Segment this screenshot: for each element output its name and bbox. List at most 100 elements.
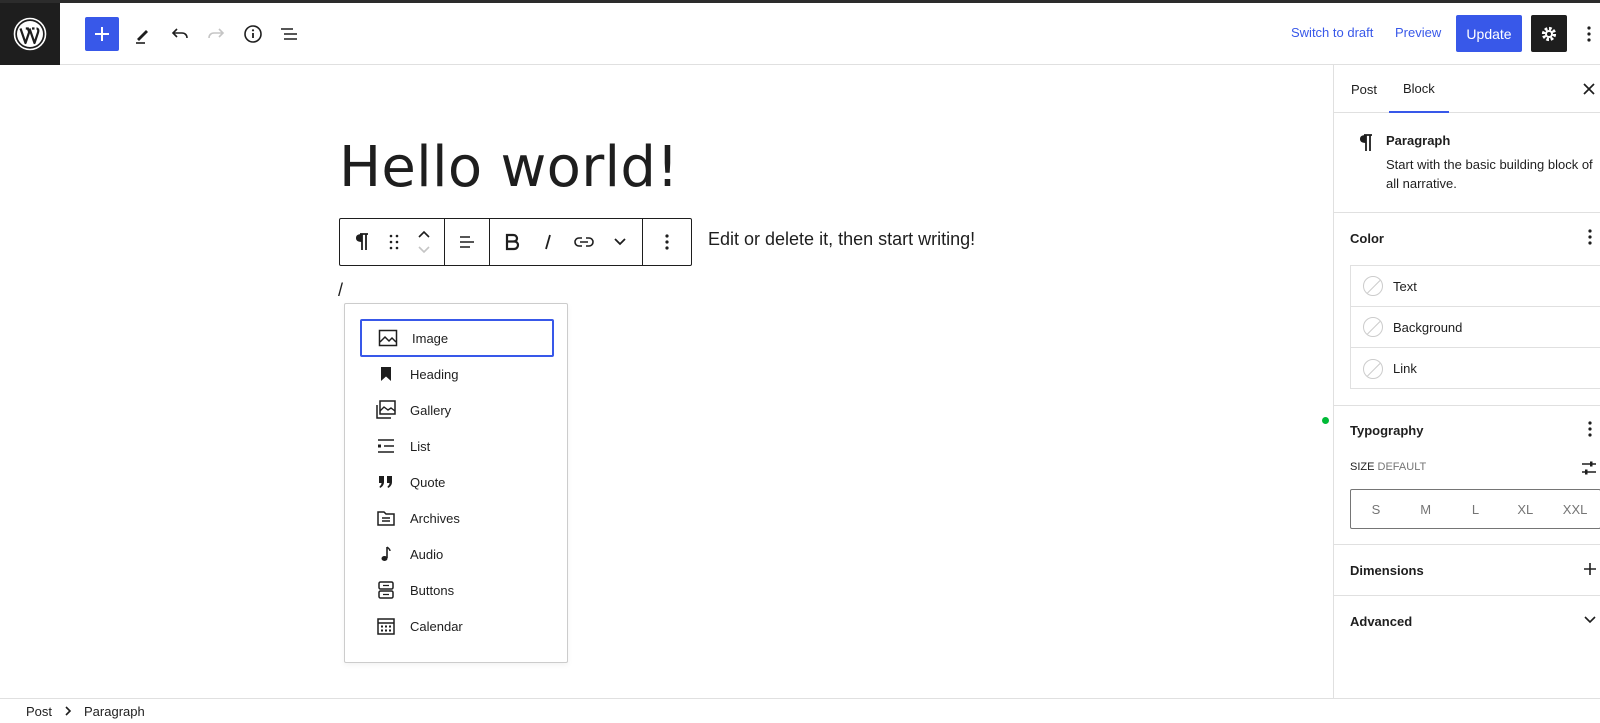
menu-item-quote[interactable]: Quote [360, 463, 554, 501]
size-option-s[interactable]: S [1351, 490, 1401, 528]
menu-item-calendar[interactable]: Calendar [360, 607, 554, 645]
block-toolbar [339, 218, 692, 266]
settings-sidebar: Post Block Paragraph Start with the basi… [1333, 65, 1600, 698]
color-panel-title: Color [1350, 231, 1384, 246]
more-vertical-icon [665, 234, 669, 250]
menu-item-buttons[interactable]: Buttons [360, 571, 554, 609]
list-icon [374, 434, 398, 458]
menu-item-archives[interactable]: Archives [360, 499, 554, 537]
details-button[interactable] [236, 17, 270, 51]
menu-item-heading[interactable]: Heading [360, 355, 554, 393]
empty-swatch-icon [1363, 276, 1383, 296]
status-dot [1322, 417, 1329, 424]
close-icon [1583, 83, 1595, 95]
bold-button[interactable] [494, 219, 530, 265]
more-vertical-icon [1588, 229, 1592, 245]
more-vertical-icon [1587, 26, 1591, 42]
gallery-icon [374, 398, 398, 422]
typography-options-button[interactable] [1580, 417, 1600, 441]
editor-header: Switch to draft Preview Update [0, 3, 1600, 65]
italic-button[interactable] [530, 219, 566, 265]
editor-canvas: Hello world! Edit or delete it, then sta… [0, 65, 1333, 698]
italic-icon [545, 234, 551, 250]
dimensions-panel-toggle[interactable]: Dimensions [1350, 563, 1424, 578]
formatting-group [490, 219, 643, 265]
redo-button[interactable] [199, 17, 233, 51]
menu-item-gallery[interactable]: Gallery [360, 391, 554, 429]
calendar-icon [374, 614, 398, 638]
options-menu-button[interactable] [1582, 21, 1596, 47]
undo-button[interactable] [163, 17, 197, 51]
font-size-label: SIZE DEFAULT [1350, 461, 1427, 473]
breadcrumb-paragraph: Paragraph [84, 703, 145, 719]
info-icon [244, 25, 262, 43]
switch-to-draft-button[interactable]: Switch to draft [1291, 25, 1373, 40]
color-item-link[interactable]: Link [1351, 348, 1600, 389]
more-vertical-icon [1588, 421, 1592, 437]
block-inserter-button[interactable] [85, 17, 119, 51]
chevron-up-icon[interactable] [417, 229, 431, 239]
list-view-button[interactable] [272, 17, 306, 51]
close-sidebar-button[interactable] [1577, 77, 1600, 101]
menu-item-audio[interactable]: Audio [360, 535, 554, 573]
paragraph-icon [356, 233, 368, 250]
tools-button[interactable] [126, 17, 160, 51]
size-option-xxl[interactable]: XXL [1550, 490, 1600, 528]
drag-handle[interactable] [380, 219, 408, 265]
block-options-button[interactable] [647, 219, 687, 265]
color-options-button[interactable] [1580, 225, 1600, 249]
color-item-background[interactable]: Background [1351, 307, 1600, 348]
align-button[interactable] [449, 219, 485, 265]
bookmark-icon [374, 362, 398, 386]
archive-icon [374, 506, 398, 530]
alignment-group [445, 219, 490, 265]
paragraph-block[interactable]: Edit or delete it, then start writing! [708, 229, 975, 250]
image-icon [376, 326, 400, 350]
options-group [643, 219, 691, 265]
slash-inserter-menu: Image Heading Gallery List Quote Archive… [344, 303, 568, 663]
undo-icon [171, 28, 188, 39]
wordpress-logo[interactable] [0, 3, 60, 65]
plus-icon [95, 27, 109, 41]
preview-button[interactable]: Preview [1395, 25, 1441, 40]
post-title[interactable]: Hello world! [339, 135, 679, 200]
link-icon [574, 237, 594, 247]
block-breadcrumb-bar: Post Paragraph [0, 698, 1600, 723]
slash-command-input[interactable]: / [338, 280, 343, 301]
settings-button[interactable] [1531, 15, 1567, 52]
advanced-expand-button[interactable] [1580, 608, 1600, 632]
quote-icon [374, 470, 398, 494]
more-formatting-button[interactable] [602, 219, 638, 265]
tab-block[interactable]: Block [1389, 65, 1449, 113]
buttons-icon [374, 578, 398, 602]
breadcrumb-post[interactable]: Post [26, 704, 52, 719]
gear-icon [1541, 26, 1557, 41]
font-size-picker: S M L XL XXL [1350, 489, 1600, 529]
size-option-m[interactable]: M [1401, 490, 1451, 528]
empty-swatch-icon [1363, 358, 1383, 379]
drag-handle-icon [389, 234, 399, 250]
menu-item-image[interactable]: Image [360, 319, 554, 357]
menu-item-list[interactable]: List [360, 427, 554, 465]
dimensions-add-button[interactable] [1580, 557, 1600, 581]
block-type-button[interactable] [344, 219, 380, 265]
move-buttons[interactable] [408, 219, 440, 265]
divider [1334, 405, 1600, 406]
block-switcher-group [340, 219, 445, 265]
size-option-xl[interactable]: XL [1500, 490, 1550, 528]
pencil-icon [136, 30, 148, 44]
redo-icon [208, 28, 225, 39]
color-item-text[interactable]: Text [1351, 266, 1600, 307]
update-button[interactable]: Update [1456, 15, 1522, 52]
audio-icon [374, 542, 398, 566]
wordpress-icon [13, 17, 47, 51]
advanced-panel-toggle[interactable]: Advanced [1350, 614, 1412, 629]
custom-size-button[interactable] [1578, 457, 1600, 479]
color-settings: Text Background Link [1350, 265, 1600, 389]
size-option-l[interactable]: L [1451, 490, 1501, 528]
block-card: Paragraph Start with the basic building … [1334, 113, 1600, 213]
tab-post[interactable]: Post [1351, 65, 1377, 113]
chevron-down-icon[interactable] [417, 245, 431, 255]
chevron-right-icon [64, 706, 72, 716]
link-button[interactable] [566, 219, 602, 265]
